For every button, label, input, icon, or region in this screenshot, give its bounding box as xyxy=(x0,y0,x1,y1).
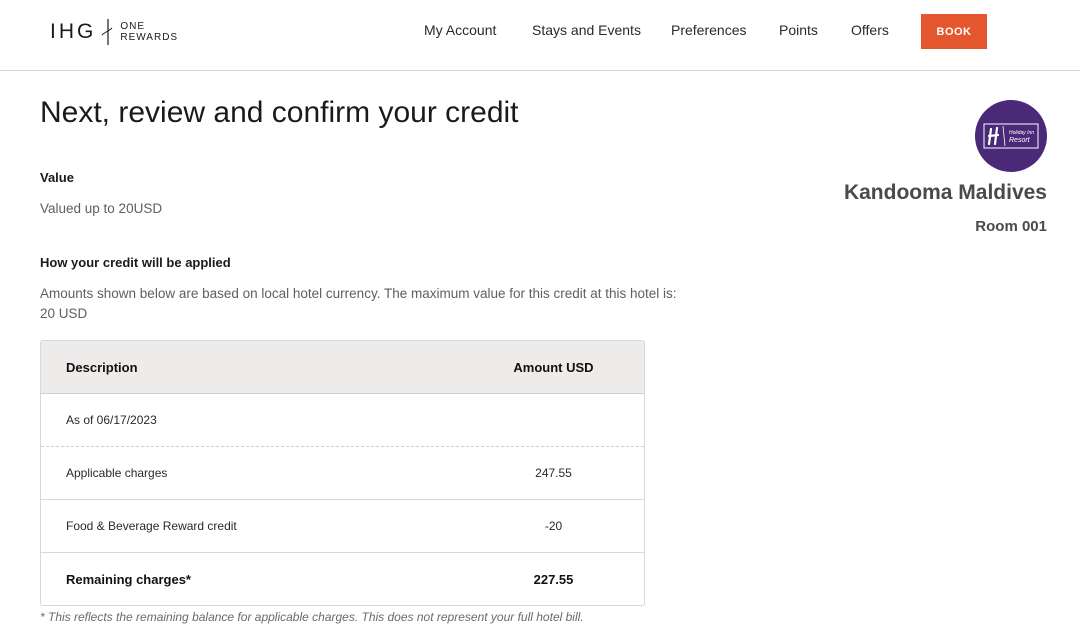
hotel-name: Kandooma Maldives xyxy=(843,181,1047,204)
total-amount: 227.55 xyxy=(533,572,574,587)
logo-program-line1: ONE xyxy=(120,21,146,32)
footnote: * This reflects the remaining balance fo… xyxy=(40,610,584,624)
holiday-inn-resort-logo-icon: Holiday Inn Resort xyxy=(983,123,1039,149)
hotel-brand-badge: Holiday Inn Resort xyxy=(975,100,1047,172)
logo-program-line2: REWARDS xyxy=(120,32,179,43)
logo-mark-icon xyxy=(101,19,113,45)
logo-program: ONE REWARDS xyxy=(120,21,178,43)
nav-preferences[interactable]: Preferences xyxy=(671,22,746,38)
table-row-as-of: As of 06/17/2023 xyxy=(41,394,644,447)
nav-my-account[interactable]: My Account xyxy=(424,22,496,38)
applied-text: Amounts shown below are based on local h… xyxy=(40,286,677,321)
top-header: IHG ONE REWARDS My Account Stays and Eve… xyxy=(0,0,1080,71)
credit-table: Description Amount USD As of 06/17/2023 … xyxy=(40,340,645,606)
table-total-row: Remaining charges* 227.55 xyxy=(41,553,644,605)
applied-label: How your credit will be applied xyxy=(40,255,231,270)
book-button[interactable]: BOOK xyxy=(921,14,987,49)
hotel-room: Room 001 xyxy=(975,218,1047,235)
row-description: Applicable charges xyxy=(66,466,168,480)
row-amount: -20 xyxy=(544,519,563,533)
column-header-amount: Amount USD xyxy=(513,360,594,375)
row-description: Food & Beverage Reward credit xyxy=(66,519,237,533)
svg-text:Resort: Resort xyxy=(1009,137,1031,144)
ihg-one-rewards-logo[interactable]: IHG ONE REWARDS xyxy=(50,17,178,47)
table-row: Food & Beverage Reward credit -20 xyxy=(41,500,644,553)
logo-brand: IHG xyxy=(50,20,97,43)
column-header-description: Description xyxy=(66,360,138,375)
total-description: Remaining charges* xyxy=(66,572,191,587)
table-header-row: Description Amount USD xyxy=(41,341,644,394)
nav-stays-and-events[interactable]: Stays and Events xyxy=(532,22,641,38)
page-title: Next, review and confirm your credit xyxy=(40,96,519,129)
value-text: Valued up to 20USD xyxy=(40,201,163,216)
table-row: Applicable charges 247.55 xyxy=(41,447,644,500)
as-of-date: As of 06/17/2023 xyxy=(66,413,157,427)
nav-offers[interactable]: Offers xyxy=(851,22,889,38)
svg-text:Holiday Inn: Holiday Inn xyxy=(1009,130,1034,136)
value-label: Value xyxy=(40,170,74,185)
row-amount: 247.55 xyxy=(535,466,572,480)
nav-points[interactable]: Points xyxy=(779,22,818,38)
